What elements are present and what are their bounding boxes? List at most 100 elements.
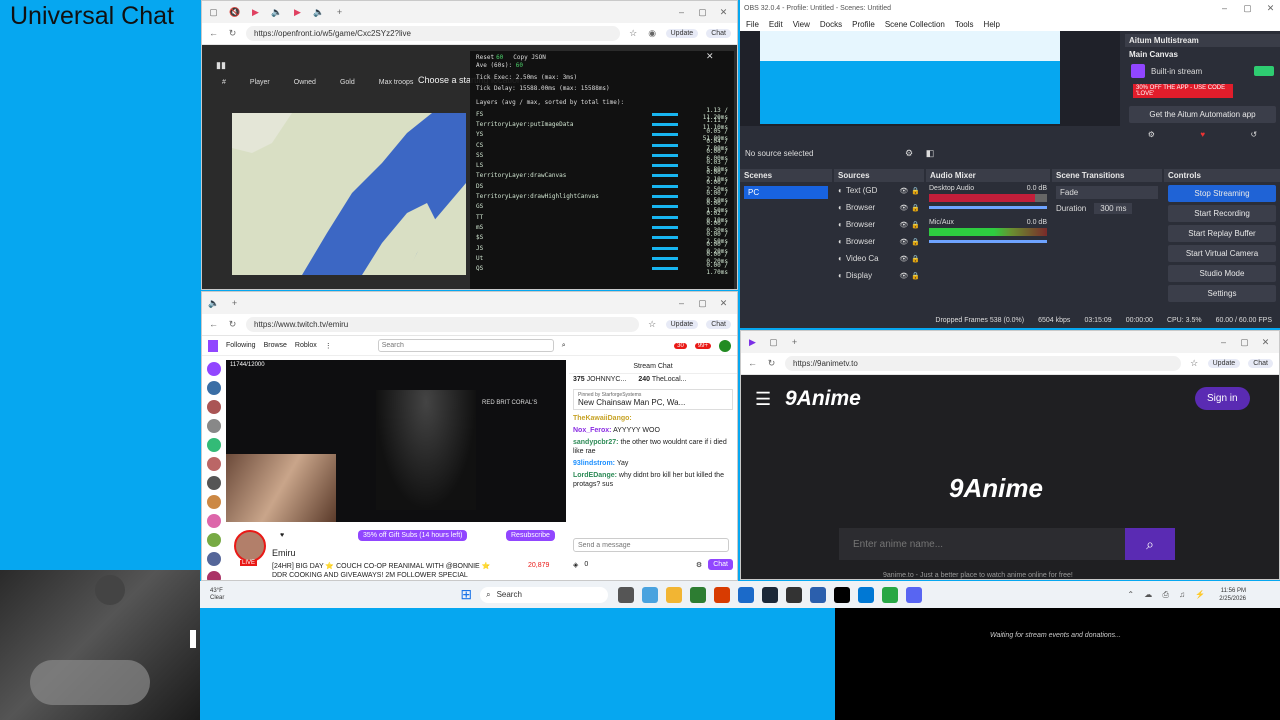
taskbar-app-icon[interactable] (714, 586, 731, 603)
heart-icon[interactable]: ♥ (1200, 130, 1205, 139)
filter-icon[interactable]: ◧ (924, 148, 935, 159)
twitch-search-input[interactable] (377, 339, 554, 352)
streamer-avatar[interactable] (234, 530, 266, 562)
lock-icon[interactable]: 🔒 (911, 221, 920, 229)
menu-item[interactable]: File (746, 20, 759, 29)
clock-date[interactable]: 2/25/2026 (1219, 595, 1246, 603)
lock-icon[interactable]: 🔒 (911, 238, 920, 246)
speaker-icon[interactable]: 🔈 (208, 298, 219, 309)
send-message-input[interactable] (573, 538, 729, 552)
speaker-icon[interactable]: 🔈 (271, 7, 282, 18)
taskbar-app-icon[interactable] (690, 586, 707, 603)
menu-item[interactable]: Help (984, 20, 1000, 29)
channel-avatar[interactable] (207, 571, 221, 580)
star-icon[interactable]: ☆ (628, 28, 639, 39)
lock-icon[interactable]: 🔒 (911, 204, 920, 212)
visibility-icon[interactable]: 👁 (899, 187, 908, 195)
taskbar-app-icon[interactable] (882, 586, 899, 603)
maximize-icon[interactable]: ▢ (697, 298, 708, 309)
chat-username[interactable]: 93lindstrom: (573, 460, 615, 467)
reload-icon[interactable]: ↻ (766, 358, 777, 369)
chat-button[interactable]: Chat (706, 29, 731, 38)
channel-avatar[interactable] (207, 514, 221, 528)
stop-streaming-button[interactable]: Stop Streaming (1168, 185, 1276, 202)
stream-video[interactable]: 11744/12000 RED BRIT CORAL'S (226, 360, 566, 522)
desktop-audio-slider[interactable] (929, 206, 1047, 209)
taskbar-app-icon[interactable] (834, 586, 851, 603)
source-item[interactable]: ◐ Video Ca 👁 🔒 (834, 250, 924, 267)
channel-avatar[interactable] (207, 533, 221, 547)
gift-subs-button[interactable]: 35% off Gift Subs (14 hours left) (358, 530, 468, 541)
mic-slider[interactable] (929, 240, 1047, 243)
source-item[interactable]: ◐ Browser 👁 🔒 (834, 199, 924, 216)
game-area[interactable]: # Player Owned Gold Max troops ▮▮ Choose… (202, 45, 737, 289)
message-badge[interactable]: 99+ (694, 342, 711, 349)
visibility-icon[interactable]: 👁 (899, 272, 908, 280)
taskbar-app-icon[interactable] (738, 586, 755, 603)
source-item[interactable]: ◐ Browser 👁 🔒 (834, 233, 924, 250)
tab-icon[interactable]: ▶ (292, 7, 303, 18)
search-icon[interactable]: ⌕ (562, 342, 566, 350)
menu-item[interactable]: Scene Collection (885, 20, 945, 29)
menu-icon[interactable]: ☰ (755, 389, 771, 410)
close-icon[interactable]: ✕ (706, 51, 714, 62)
menu-item[interactable]: Docks (820, 20, 842, 29)
virtual-camera-button[interactable]: Start Virtual Camera (1168, 245, 1276, 262)
start-recording-button[interactable]: Start Recording (1168, 205, 1276, 222)
tab-icon[interactable]: ▶ (747, 337, 758, 348)
maximize-icon[interactable]: ▢ (697, 7, 708, 18)
chat-username[interactable]: Nox_Ferox: (573, 427, 612, 434)
taskbar-app-icon[interactable] (810, 586, 827, 603)
close-icon[interactable]: ✕ (1260, 337, 1271, 348)
new-tab-icon[interactable]: + (334, 7, 345, 18)
visibility-icon[interactable]: 👁 (899, 204, 908, 212)
nav-following[interactable]: Following (226, 342, 256, 349)
taskbar-app-icon[interactable] (858, 586, 875, 603)
lock-icon[interactable]: 🔒 (911, 187, 920, 195)
chat-username[interactable]: sandypcbr27: (573, 439, 619, 446)
taskbar-app-icon[interactable] (906, 586, 923, 603)
points-icon[interactable]: ◈ (573, 561, 578, 569)
scene-item-pc[interactable]: PC (744, 186, 828, 199)
reload-icon[interactable]: ↻ (227, 28, 238, 39)
menu-item[interactable]: View (793, 20, 810, 29)
close-icon[interactable]: ✕ (718, 298, 729, 309)
menu-item[interactable]: Edit (769, 20, 783, 29)
new-tab-icon[interactable]: + (789, 337, 800, 348)
url-field[interactable]: https://9animetv.to (785, 356, 1181, 371)
back-icon[interactable]: ← (208, 319, 219, 330)
source-item[interactable]: ◐ Browser 👁 🔒 (834, 216, 924, 233)
promo-banner[interactable]: 30% OFF THE APP - USE CODE 'LOVE' (1133, 84, 1233, 98)
transition-select[interactable]: Fade (1056, 186, 1158, 199)
new-tab-icon[interactable]: + (229, 298, 240, 309)
studio-mode-button[interactable]: Studio Mode (1168, 265, 1276, 282)
visibility-icon[interactable]: 👁 (899, 221, 908, 229)
star-icon[interactable]: ☆ (1189, 358, 1200, 369)
leaderboard-icon[interactable]: ▮▮ (216, 60, 226, 71)
weather-temp[interactable]: 43°F (210, 588, 224, 595)
stream-toggle[interactable] (1254, 66, 1274, 76)
visibility-icon[interactable]: 👁 (899, 238, 908, 246)
copy-json-button[interactable]: Copy JSON (513, 54, 546, 61)
start-icon[interactable]: ⊞ (460, 586, 472, 603)
taskbar-app-icon[interactable] (642, 586, 659, 603)
notification-badge[interactable]: 30 (674, 342, 687, 349)
lock-icon[interactable]: 🔒 (911, 255, 920, 263)
lock-icon[interactable]: 🔒 (911, 272, 920, 280)
reset-button[interactable]: Reset (476, 54, 494, 61)
channel-avatar[interactable] (207, 381, 221, 395)
chat-button[interactable]: Chat (1248, 359, 1273, 368)
menu-item[interactable]: Profile (852, 20, 875, 29)
update-button[interactable]: Update (1207, 359, 1241, 368)
minimize-icon[interactable]: – (1218, 337, 1229, 348)
chat-username[interactable]: LordEDange: (573, 472, 617, 479)
minimize-icon[interactable]: – (676, 298, 687, 309)
mute-tab-icon[interactable]: 🔇 (229, 7, 240, 18)
chat-button[interactable]: Chat (706, 320, 731, 329)
update-button[interactable]: Update (665, 320, 699, 329)
taskbar-app-icon[interactable] (786, 586, 803, 603)
back-icon[interactable]: ← (208, 28, 219, 39)
world-map[interactable] (232, 113, 466, 275)
minimize-icon[interactable]: – (1219, 3, 1230, 14)
pinned-message[interactable]: Pinned by StarforgeSystems New Chainsaw … (573, 389, 733, 410)
